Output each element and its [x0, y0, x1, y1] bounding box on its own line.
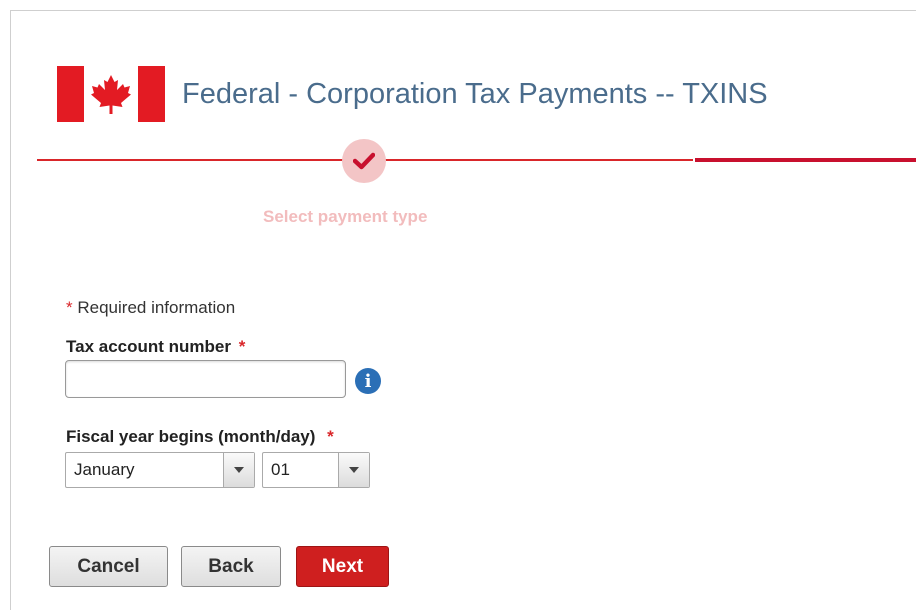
- chevron-down-icon[interactable]: [338, 453, 369, 487]
- required-star: *: [238, 337, 246, 356]
- page-title: Federal - Corporation Tax Payments -- TX…: [182, 78, 768, 110]
- step-complete-indicator: [342, 139, 386, 183]
- cancel-button[interactable]: Cancel: [49, 546, 168, 587]
- info-icon[interactable]: i: [355, 368, 381, 394]
- required-star: *: [327, 427, 334, 446]
- required-information-note: * Required information: [66, 298, 235, 318]
- month-select[interactable]: January: [65, 452, 255, 488]
- progress-line-remaining: [695, 158, 916, 162]
- checkmark-icon: [353, 152, 375, 170]
- day-select[interactable]: 01: [262, 452, 370, 488]
- canada-flag-icon: [57, 66, 165, 122]
- fiscal-year-label-text: Fiscal year begins (month/day): [66, 427, 316, 446]
- chevron-down-icon[interactable]: [223, 453, 254, 487]
- day-select-value: 01: [271, 460, 290, 479]
- step-label-select-payment-type: Select payment type: [263, 207, 428, 226]
- tax-account-label: Tax account number *: [66, 337, 245, 357]
- next-button[interactable]: Next: [296, 546, 389, 587]
- fiscal-year-label: Fiscal year begins (month/day) *: [66, 427, 334, 447]
- tax-account-label-text: Tax account number: [66, 337, 231, 356]
- month-select-value: January: [74, 460, 135, 479]
- required-star: *: [66, 298, 73, 317]
- tax-account-input[interactable]: [65, 360, 346, 398]
- back-button[interactable]: Back: [181, 546, 281, 587]
- required-note-text: Required information: [77, 298, 236, 317]
